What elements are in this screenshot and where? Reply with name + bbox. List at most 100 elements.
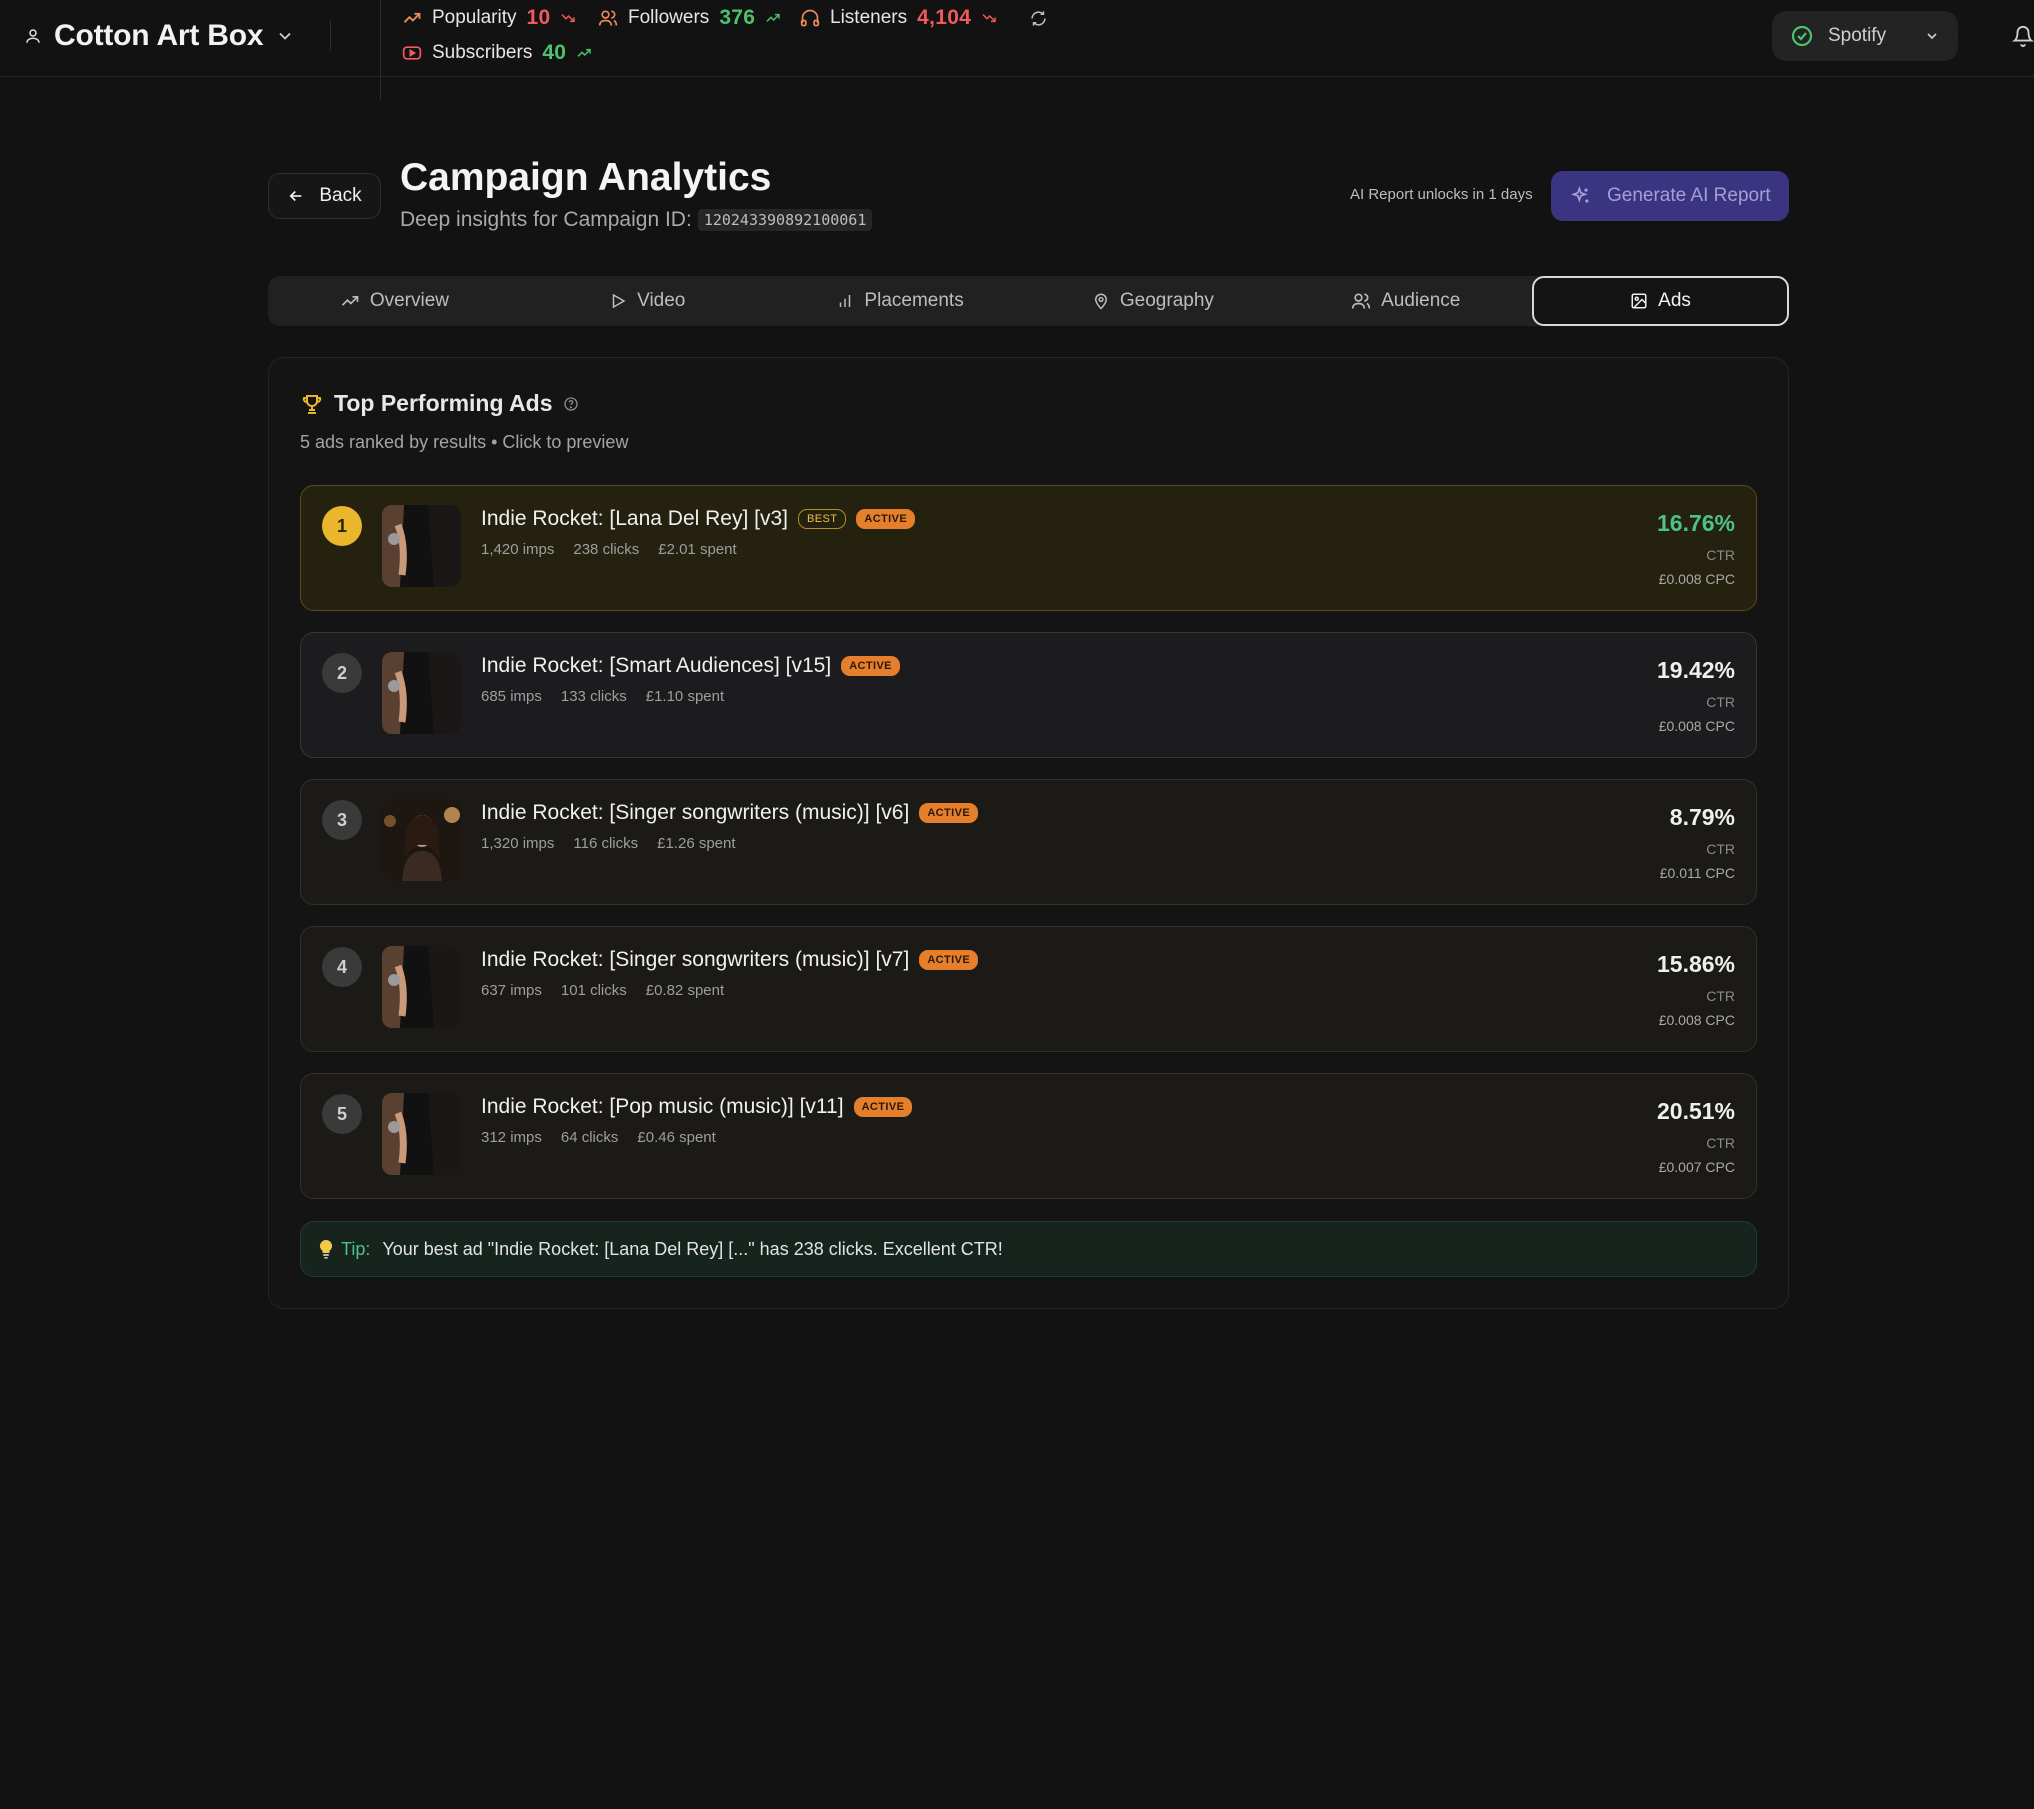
account-name: Cotton Art Box xyxy=(54,19,264,52)
tip-banner: Tip: Your best ad "Indie Rocket: [Lana D… xyxy=(300,1221,1757,1277)
impressions: 1,420 imps xyxy=(481,541,555,558)
metric-value: 376 xyxy=(719,6,756,29)
ctr-label: CTR xyxy=(1706,1135,1735,1151)
youtube-icon xyxy=(402,43,422,63)
clicks: 238 clicks xyxy=(573,541,640,558)
top-bar: Cotton Art Box Popularity 10 Followers 3… xyxy=(0,0,2034,100)
rank-badge: 1 xyxy=(322,506,362,546)
back-button[interactable]: Back xyxy=(268,173,381,219)
service-selector[interactable]: Spotify xyxy=(1772,11,1958,61)
ad-name: Indie Rocket: [Singer songwriters (music… xyxy=(481,801,910,824)
tab-audience[interactable]: Audience xyxy=(1279,276,1532,326)
spent: £2.01 spent xyxy=(658,541,737,558)
ad-row[interactable]: 2 Indie Rocket: [Smart Audiences] [v15] … xyxy=(300,632,1757,758)
impressions: 1,320 imps xyxy=(481,835,555,852)
tab-video[interactable]: Video xyxy=(521,276,774,326)
ad-thumbnail[interactable] xyxy=(382,652,461,734)
ad-thumbnail[interactable] xyxy=(382,946,461,1028)
back-label: Back xyxy=(319,185,362,206)
tab-label: Ads xyxy=(1658,290,1691,311)
arrow-left-icon xyxy=(287,187,305,205)
rank-badge: 3 xyxy=(322,800,362,840)
refresh-button[interactable] xyxy=(1030,5,1047,31)
ad-name: Indie Rocket: [Singer songwriters (music… xyxy=(481,948,910,971)
metric-listeners: Listeners 4,104 xyxy=(800,5,997,31)
cpc-value: £0.008 CPC xyxy=(1658,718,1735,734)
lightbulb-icon xyxy=(319,1239,333,1259)
trend-up-icon xyxy=(765,10,781,26)
metric-subscribers: Subscribers 40 xyxy=(402,40,592,66)
tab-bar: Overview Video Placements Geography Audi… xyxy=(268,276,1789,326)
trending-up-icon xyxy=(340,291,360,311)
tab-label: Placements xyxy=(864,290,964,311)
metric-label: Followers xyxy=(628,7,710,28)
ad-stats: 637 imps 101 clicks £0.82 spent xyxy=(481,982,724,999)
impressions: 685 imps xyxy=(481,688,542,705)
impressions: 637 imps xyxy=(481,982,542,999)
ctr-value: 20.51% xyxy=(1656,1098,1735,1124)
cpc-value: £0.007 CPC xyxy=(1658,1159,1735,1175)
metric-value: 40 xyxy=(542,41,567,64)
service-label: Spotify xyxy=(1828,25,1887,46)
divider xyxy=(380,0,381,100)
image-icon xyxy=(1630,292,1648,310)
ctr-label: CTR xyxy=(1706,988,1735,1004)
ad-row[interactable]: 4 Indie Rocket: [Singer songwriters (mus… xyxy=(300,926,1757,1052)
ad-thumbnail[interactable] xyxy=(382,505,461,587)
account-switcher[interactable]: Cotton Art Box xyxy=(24,16,295,56)
metric-value: 10 xyxy=(526,6,551,29)
ad-title: Indie Rocket: [Lana Del Rey] [v3] BEST A… xyxy=(481,507,916,531)
chevron-down-icon xyxy=(275,26,295,46)
chevron-down-icon xyxy=(1924,28,1940,44)
check-circle-icon xyxy=(1790,24,1814,48)
metric-label: Popularity xyxy=(432,7,517,28)
campaign-id: 120243390892100061 xyxy=(697,209,873,231)
ad-row[interactable]: 1 Indie Rocket: [Lana Del Rey] [v3] BEST… xyxy=(300,485,1757,611)
ai-report-unlock-text: AI Report unlocks in 1 days xyxy=(1350,186,1533,203)
tab-label: Audience xyxy=(1381,290,1461,311)
ctr-value: 15.86% xyxy=(1656,951,1735,977)
help-circle-icon[interactable] xyxy=(563,396,579,412)
cpc-value: £0.008 CPC xyxy=(1658,1012,1735,1028)
ctr-value: 8.79% xyxy=(1669,804,1735,830)
ad-thumbnail[interactable] xyxy=(382,1093,461,1175)
tab-geography[interactable]: Geography xyxy=(1026,276,1279,326)
play-icon xyxy=(609,292,627,310)
generate-ai-report-button[interactable]: Generate AI Report xyxy=(1551,171,1789,221)
ctr-label: CTR xyxy=(1706,841,1735,857)
tab-placements[interactable]: Placements xyxy=(774,276,1027,326)
trend-up-icon xyxy=(576,45,592,61)
metric-popularity: Popularity 10 xyxy=(402,5,576,31)
status-badge: ACTIVE xyxy=(919,950,979,970)
spent: £0.82 spent xyxy=(645,982,725,999)
page-subtitle: Deep insights for Campaign ID: 120243390… xyxy=(400,208,873,232)
clicks: 64 clicks xyxy=(560,1129,619,1146)
ad-stats: 1,420 imps 238 clicks £2.01 spent xyxy=(481,541,737,558)
trending-up-icon xyxy=(402,8,422,28)
tab-label: Geography xyxy=(1119,290,1214,311)
ad-title: Indie Rocket: [Pop music (music)] [v11] … xyxy=(481,1095,913,1119)
status-badge: ACTIVE xyxy=(853,1097,913,1117)
bell-icon xyxy=(2012,24,2034,48)
metric-label: Listeners xyxy=(830,7,908,28)
subtitle-text: Deep insights for Campaign ID: xyxy=(400,208,692,231)
tab-ads[interactable]: Ads xyxy=(1532,276,1789,326)
cpc-value: £0.008 CPC xyxy=(1658,571,1735,587)
trend-down-icon xyxy=(981,10,997,26)
tab-label: Video xyxy=(637,290,686,311)
page-title: Campaign Analytics xyxy=(400,156,772,199)
notifications-button[interactable] xyxy=(2012,24,2034,48)
metric-followers: Followers 376 xyxy=(598,5,781,31)
trend-down-icon xyxy=(560,10,576,26)
ad-row[interactable]: 5 Indie Rocket: [Pop music (music)] [v11… xyxy=(300,1073,1757,1199)
trophy-icon xyxy=(300,392,324,416)
best-badge: BEST xyxy=(798,509,847,529)
metric-value: 4,104 xyxy=(917,6,972,29)
ad-stats: 1,320 imps 116 clicks £1.26 spent xyxy=(481,835,736,852)
bar-chart-icon xyxy=(836,292,854,310)
ad-thumbnail[interactable] xyxy=(382,799,461,881)
tab-overview[interactable]: Overview xyxy=(268,276,521,326)
status-badge: ACTIVE xyxy=(841,656,900,676)
ad-row[interactable]: 3 Indie Rocket: [Singer songwriters (mus… xyxy=(300,779,1757,905)
status-badge: ACTIVE xyxy=(856,509,916,529)
